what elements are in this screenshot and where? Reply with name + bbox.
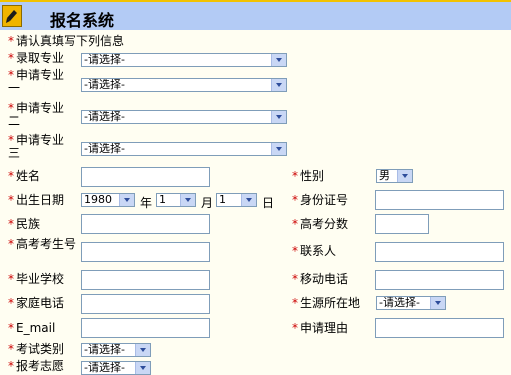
name-input[interactable] [81, 167, 210, 187]
chevron-down-icon [180, 194, 195, 206]
id-label: * 身份证号 [292, 193, 349, 207]
chevron-down-icon [271, 79, 286, 91]
school-label: * 毕业学校 [8, 272, 65, 286]
score-label: * 高考分数 [292, 217, 349, 231]
reason-label: * 申请理由 [292, 321, 349, 335]
contact-label: * 联系人 [292, 244, 337, 258]
email-input[interactable] [81, 318, 210, 338]
exam-wish-select[interactable]: -请选择- [81, 361, 151, 375]
home-phone-input[interactable] [81, 294, 210, 314]
major-label-admit: * 录取专业 [8, 51, 65, 65]
major-label-3: * 申请专业三 [8, 133, 65, 160]
mobile-input[interactable] [375, 270, 504, 290]
page-title: 报名系统 [50, 11, 115, 30]
notice-text: * 请认真填写下列信息 [8, 34, 125, 48]
major-select-2[interactable]: -请选择- [81, 110, 287, 124]
year-unit: 年 [140, 196, 153, 210]
chevron-down-icon [271, 54, 286, 66]
exam-type-select[interactable]: -请选择- [81, 343, 151, 357]
exam-type-label: * 考试类别 [8, 342, 65, 356]
chevron-down-icon [271, 111, 286, 123]
exam-no-input[interactable] [81, 242, 210, 262]
major-label-1: * 申请专业一 [8, 68, 65, 95]
exam-wish-label: * 报考志愿 [8, 359, 65, 373]
chevron-down-icon [241, 194, 256, 206]
origin-select[interactable]: -请选择- [376, 296, 446, 310]
email-label: * E_mail [8, 321, 56, 335]
major-select-3[interactable]: -请选择- [81, 142, 287, 156]
header-bar: 报名系统 [0, 0, 511, 30]
birth-label: * 出生日期 [8, 193, 65, 207]
major-select-admit[interactable]: -请选择- [81, 53, 287, 67]
contact-input[interactable] [375, 242, 504, 262]
id-input[interactable] [375, 190, 504, 210]
reason-input[interactable] [375, 318, 504, 338]
school-input[interactable] [81, 270, 210, 290]
score-input[interactable] [375, 214, 429, 234]
chevron-down-icon [430, 297, 445, 309]
gender-label: * 性别 [292, 169, 325, 183]
ethnicity-label: * 民族 [8, 217, 41, 231]
chevron-down-icon [397, 170, 412, 182]
birth-day-select[interactable]: 1 [216, 193, 257, 207]
gender-select[interactable]: 男 [376, 169, 413, 183]
exam-no-label: * 高考考生号 [8, 237, 77, 251]
chevron-down-icon [119, 194, 134, 206]
required-mark: * [8, 34, 14, 48]
major-select-1[interactable]: -请选择- [81, 78, 287, 92]
birth-month-select[interactable]: 1 [156, 193, 196, 207]
chevron-down-icon [271, 143, 286, 155]
birth-year-select[interactable]: 1980 [81, 193, 135, 207]
month-unit: 月 [201, 196, 214, 210]
origin-label: * 生源所在地 [292, 296, 361, 310]
chevron-down-icon [135, 362, 150, 374]
chevron-down-icon [135, 344, 150, 356]
ethnicity-input[interactable] [81, 214, 210, 234]
major-label-2: * 申请专业二 [8, 101, 65, 128]
mobile-label: * 移动电话 [292, 272, 349, 286]
home-phone-label: * 家庭电话 [8, 296, 65, 310]
day-unit: 日 [262, 196, 275, 210]
app-logo-icon [2, 5, 22, 27]
name-label: * 姓名 [8, 169, 41, 183]
